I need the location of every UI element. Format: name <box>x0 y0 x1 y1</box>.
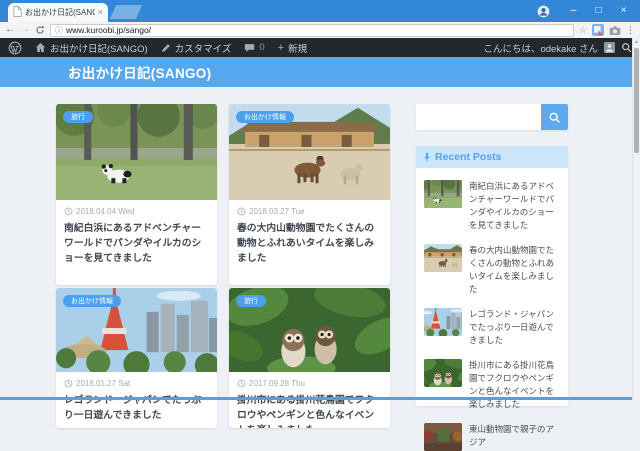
search-button[interactable] <box>541 104 568 130</box>
page-scrollbar[interactable]: ▲ <box>632 38 640 400</box>
site-info-icon[interactable]: ⓘ <box>55 25 63 36</box>
clock-icon <box>237 207 246 216</box>
site-title[interactable]: お出かけ日記(SANGO) <box>68 62 211 82</box>
window-controls: – □ × <box>531 0 636 22</box>
recent-thumb-zoo <box>424 423 462 451</box>
profile-icon[interactable] <box>531 5 555 18</box>
pin-icon <box>422 152 432 162</box>
recent-post-item[interactable]: 東山動物園で親子のアジア <box>424 423 562 451</box>
post-card[interactable]: 旅行 2017.09.28 Thu 掛川市にある掛川花鳥園でフクロウやペンギンと… <box>229 288 390 428</box>
wp-logo-icon[interactable] <box>8 41 22 55</box>
browser-menu-icon[interactable]: ⋮ <box>626 25 635 36</box>
screenshot-extension-icon[interactable] <box>592 24 604 36</box>
recent-post-item[interactable]: 南紀白浜にあるアドベンチャーワールドでパンダやイルカのショーを見てきました <box>424 180 562 232</box>
maximize-button[interactable]: □ <box>586 0 611 22</box>
post-date: 2018.04.04 Wed <box>76 207 135 216</box>
scrollbar-thumb[interactable] <box>634 48 639 153</box>
scroll-up-icon[interactable]: ▲ <box>633 38 640 46</box>
clock-icon <box>64 207 73 216</box>
browser-titlebar: お出かけ日記(SANGO) | Ju × – □ × <box>0 0 640 22</box>
post-date: 2018.01.27 Sat <box>76 379 130 388</box>
close-button[interactable]: × <box>611 0 636 22</box>
post-card[interactable]: お出かけ情報 2018.03.27 Tue 春の大内山動物園でたくさんの動物とふ… <box>229 104 390 285</box>
category-badge[interactable]: お出かけ情報 <box>63 295 121 307</box>
wp-admin-bar: お出かけ日記(SANGO) カスタマイズ 0 + 新規 こんにちは、odekak… <box>0 38 640 57</box>
category-badge[interactable]: 旅行 <box>236 295 266 307</box>
sidebar-search <box>416 104 568 130</box>
post-title[interactable]: 南紀白浜にあるアドベンチャーワールドでパンダやイルカのショーを見てきました <box>64 221 209 266</box>
search-input[interactable] <box>416 104 541 130</box>
recent-thumb-owls <box>424 359 462 387</box>
forward-icon[interactable]: → <box>20 25 30 35</box>
greeting-text[interactable]: こんにちは、odekake さん <box>483 41 598 55</box>
camera-extension-icon[interactable] <box>609 25 621 36</box>
customize-link[interactable]: カスタマイズ <box>161 41 232 55</box>
clock-icon <box>237 379 246 388</box>
recent-posts-header: Recent Posts <box>416 146 568 168</box>
recent-post-item[interactable]: 春の大内山動物園でたくさんの動物とふれあいタイムを楽しみました <box>424 244 562 296</box>
recent-post-item[interactable]: 掛川市にある掛川花鳥園でフクロウやペンギンと色んなイベントを楽しみました <box>424 359 562 411</box>
site-header: お出かけ日記(SANGO) <box>0 57 633 87</box>
home-icon <box>35 42 46 53</box>
search-icon <box>548 111 561 124</box>
tab-close-icon[interactable]: × <box>98 8 103 17</box>
post-card[interactable]: お出かけ情報 2018.01.27 Sat レゴランド・ジャパンでたっぷり一日遊… <box>56 288 217 428</box>
category-badge[interactable]: 旅行 <box>63 111 93 123</box>
reload-icon[interactable] <box>35 25 45 35</box>
plus-icon: + <box>278 42 284 54</box>
recent-thumb-pony <box>424 244 462 272</box>
tab-title: お出かけ日記(SANGO) | Ju <box>25 7 95 18</box>
admin-site-link[interactable]: お出かけ日記(SANGO) <box>35 41 148 55</box>
post-card[interactable]: 旅行 2018.04.04 Wed 南紀白浜にあるアドベンチャーワールドでパンダ… <box>56 104 217 285</box>
avatar[interactable] <box>604 42 615 53</box>
recent-thumb-panda <box>424 180 462 208</box>
pencil-icon <box>161 43 171 53</box>
recent-post-item[interactable]: レゴランド・ジャパンでたっぷり一日遊んできました <box>424 308 562 347</box>
recent-thumb-legoland <box>424 308 462 336</box>
comments-link[interactable]: 0 <box>244 42 264 53</box>
bookmark-star-icon[interactable]: ☆ <box>579 25 587 36</box>
post-date: 2018.03.27 Tue <box>249 207 305 216</box>
new-tab-button[interactable] <box>110 5 142 19</box>
recent-posts-widget: Recent Posts 南紀白浜にあるアドベンチャーワールドでパンダやイルカの… <box>416 146 568 406</box>
category-badge[interactable]: お出かけ情報 <box>236 111 294 123</box>
post-date: 2017.09.28 Thu <box>249 379 305 388</box>
admin-search-icon[interactable] <box>621 42 632 53</box>
minimize-button[interactable]: – <box>561 0 586 22</box>
post-title[interactable]: 春の大内山動物園でたくさんの動物とふれあいタイムを楽しみました <box>237 221 382 266</box>
back-icon[interactable]: ← <box>5 25 15 35</box>
browser-toolbar: ← → ⓘ www.kuroobi.jp/sango/ ☆ ⋮ <box>0 22 640 39</box>
browser-tab[interactable]: お出かけ日記(SANGO) | Ju × <box>8 3 108 22</box>
url-bar[interactable]: ⓘ www.kuroobi.jp/sango/ <box>50 24 574 37</box>
comment-bubble-icon <box>244 43 255 53</box>
url-text: www.kuroobi.jp/sango/ <box>66 25 151 35</box>
clock-icon <box>64 379 73 388</box>
page-favicon-icon <box>13 4 22 22</box>
new-content-link[interactable]: + 新規 <box>278 41 307 55</box>
